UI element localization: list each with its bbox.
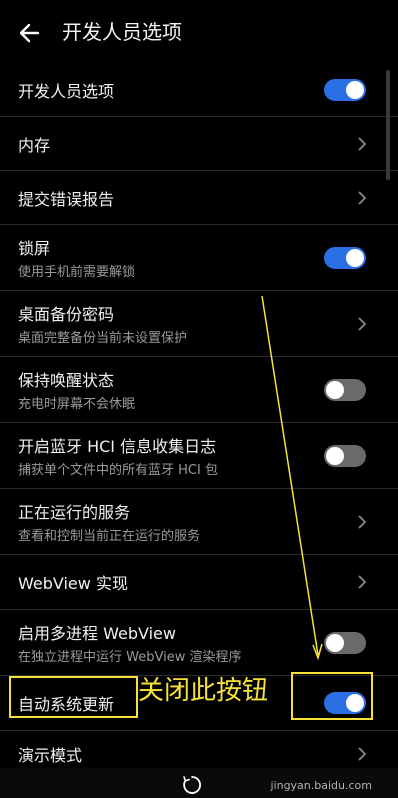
toggle-switch-off[interactable] — [324, 444, 366, 467]
setting-backup-password[interactable]: 桌面备份密码 桌面完整备份当前未设置保护 — [0, 291, 398, 357]
chevron-right-icon — [358, 575, 367, 589]
highlight-box-label — [9, 676, 138, 718]
setting-running-services[interactable]: 正在运行的服务 查看和控制当前正在运行的服务 — [0, 489, 398, 555]
setting-label: 正在运行的服务 — [18, 503, 131, 522]
setting-description: 捕获单个文件中的所有蓝牙 HCI 包 — [18, 463, 218, 478]
setting-description: 查看和控制当前正在运行的服务 — [18, 529, 201, 544]
setting-bug-report[interactable]: 提交错误报告 — [0, 171, 398, 225]
setting-webview-implementation[interactable]: WebView 实现 — [0, 555, 398, 610]
setting-lock-screen[interactable]: 锁屏 使用手机前需要解锁 — [0, 225, 398, 291]
setting-label: WebView 实现 — [18, 574, 128, 593]
chevron-right-icon — [358, 316, 367, 331]
toggle-switch-off[interactable] — [324, 631, 366, 654]
page-title: 开发人员选项 — [62, 20, 182, 44]
toggle-knob — [346, 81, 364, 99]
watermark: jingyan.baidu.com — [270, 779, 372, 792]
chevron-right-icon — [358, 514, 367, 529]
setting-bluetooth-hci-log[interactable]: 开启蓝牙 HCI 信息收集日志 捕获单个文件中的所有蓝牙 HCI 包 — [0, 423, 398, 489]
setting-label: 提交错误报告 — [18, 189, 115, 209]
setting-label: 启用多进程 WebView — [18, 624, 176, 643]
toggle-knob — [346, 248, 364, 267]
chevron-right-icon — [358, 747, 367, 761]
toggle-knob — [326, 633, 344, 652]
setting-label: 桌面备份密码 — [18, 305, 115, 324]
highlight-box-toggle — [291, 672, 373, 720]
toggle-switch-off[interactable] — [324, 378, 366, 401]
chevron-right-icon — [358, 190, 367, 205]
navigation-bar: jingyan.baidu.com — [0, 768, 398, 798]
toggle-switch-on[interactable] — [324, 79, 366, 101]
setting-description: 在独立进程中运行 WebView 渲染程序 — [18, 650, 242, 665]
chevron-right-icon — [358, 136, 367, 151]
arrow-left-icon[interactable] — [16, 18, 46, 48]
setting-memory[interactable]: 内存 — [0, 117, 398, 171]
setting-stay-awake[interactable]: 保持唤醒状态 充电时屏幕不会休眠 — [0, 357, 398, 423]
setting-description: 桌面完整备份当前未设置保护 — [18, 331, 188, 346]
top-bar: 开发人员选项 — [0, 0, 398, 64]
toggle-knob — [326, 446, 344, 465]
setting-developer-options[interactable]: 开发人员选项 — [0, 64, 398, 117]
setting-description: 充电时屏幕不会休眠 — [18, 397, 136, 412]
setting-label: 锁屏 — [18, 239, 51, 258]
setting-label: 开启蓝牙 HCI 信息收集日志 — [18, 437, 217, 456]
toggle-switch-on[interactable] — [324, 246, 366, 269]
scrollbar[interactable] — [386, 70, 390, 180]
toggle-knob — [326, 380, 344, 399]
setting-label: 内存 — [18, 135, 51, 155]
setting-label: 开发人员选项 — [18, 82, 115, 101]
annotation-text: 关闭此按钮 — [138, 676, 269, 706]
setting-label: 保持唤醒状态 — [18, 371, 115, 390]
home-circle-icon[interactable] — [181, 774, 203, 796]
setting-label: 演示模式 — [18, 746, 83, 765]
setting-multiprocess-webview[interactable]: 启用多进程 WebView 在独立进程中运行 WebView 渲染程序 — [0, 610, 398, 676]
setting-description: 使用手机前需要解锁 — [18, 265, 136, 280]
